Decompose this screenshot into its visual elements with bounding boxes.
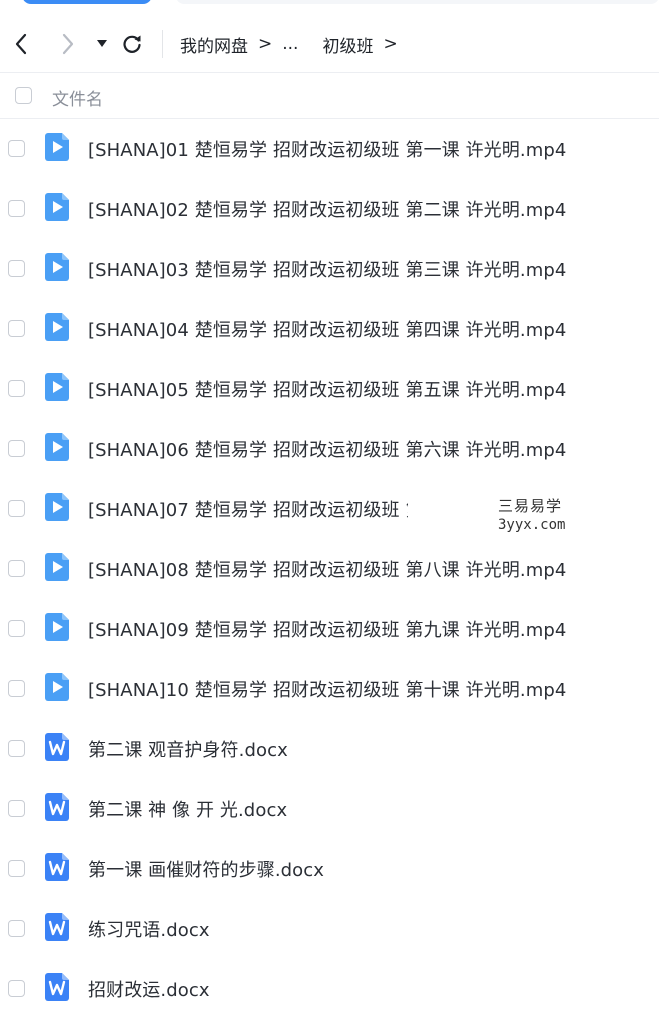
file-name[interactable]: [SHANA]06 楚恒易学 招财改运初级班 第六课 许光明.mp4 [88, 436, 566, 462]
breadcrumb-separator-icon: > [383, 34, 398, 54]
file-row[interactable]: [SHANA]10 楚恒易学 招财改运初级班 第十课 许光明.mp4 [0, 658, 659, 718]
video-file-icon [45, 673, 69, 701]
file-name[interactable]: [SHANA]09 楚恒易学 招财改运初级班 第九课 许光明.mp4 [88, 616, 566, 642]
file-row[interactable]: [SHANA]01 楚恒易学 招财改运初级班 第一课 许光明.mp4 [0, 118, 659, 178]
column-header-filename[interactable]: 文件名 [52, 85, 103, 110]
video-file-icon [45, 193, 69, 221]
primary-action-button[interactable] [22, 0, 152, 4]
file-row[interactable]: [SHANA]04 楚恒易学 招财改运初级班 第四课 许光明.mp4 [0, 298, 659, 358]
file-checkbox[interactable] [8, 380, 25, 397]
file-name[interactable]: [SHANA]02 楚恒易学 招财改运初级班 第二课 许光明.mp4 [88, 196, 566, 222]
file-row[interactable]: [SHANA]06 楚恒易学 招财改运初级班 第六课 许光明.mp4 [0, 418, 659, 478]
forward-button[interactable] [55, 31, 81, 57]
file-row[interactable]: 第一课 画催财符的步骤.docx [0, 838, 659, 898]
file-name[interactable]: 第一课 画催财符的步骤.docx [88, 856, 324, 882]
file-row[interactable]: [SHANA]09 楚恒易学 招财改运初级班 第九课 许光明.mp4 [0, 598, 659, 658]
chevron-right-icon [62, 33, 74, 55]
breadcrumb-separator-icon: > [258, 34, 273, 54]
file-name[interactable]: [SHANA]03 楚恒易学 招财改运初级班 第三课 许光明.mp4 [88, 256, 566, 282]
file-name[interactable]: 招财改运.docx [88, 976, 210, 1002]
top-toolbar-strip [0, 0, 659, 10]
breadcrumb-ellipsis[interactable]: ... [282, 34, 298, 54]
video-file-icon [45, 493, 69, 521]
file-row[interactable]: 第二课 神 像 开 光.docx [0, 778, 659, 838]
file-row[interactable]: 第二课 观音护身符.docx [0, 718, 659, 778]
video-file-icon [45, 613, 69, 641]
word-doc-icon [45, 793, 69, 821]
history-dropdown-button[interactable] [89, 31, 115, 57]
file-checkbox[interactable] [8, 860, 25, 877]
file-row[interactable]: [SHANA]02 楚恒易学 招财改运初级班 第二课 许光明.mp4 [0, 178, 659, 238]
file-checkbox[interactable] [8, 500, 25, 517]
file-name[interactable]: [SHANA]10 楚恒易学 招财改运初级班 第十课 许光明.mp4 [88, 676, 566, 702]
watermark-line1: 三易易学 [498, 497, 563, 515]
video-file-icon [45, 553, 69, 581]
video-file-icon [45, 373, 69, 401]
word-doc-icon [45, 853, 69, 881]
file-checkbox[interactable] [8, 260, 25, 277]
breadcrumb-current[interactable]: 初级班 [322, 32, 373, 57]
file-list-header: 文件名 [0, 73, 659, 119]
file-row[interactable]: 练习咒语.docx [0, 898, 659, 958]
nav-divider [162, 30, 163, 58]
breadcrumb: 我的网盘 > ... 初级班 > [180, 16, 408, 72]
caret-down-icon [97, 40, 107, 47]
file-checkbox[interactable] [8, 440, 25, 457]
file-list: [SHANA]01 楚恒易学 招财改运初级班 第一课 许光明.mp4 [SHANA… [0, 118, 659, 1018]
select-all-checkbox[interactable] [15, 87, 32, 104]
file-checkbox[interactable] [8, 980, 25, 997]
file-name[interactable]: [SHANA]07 楚恒易学 招财改运初级班 第 [88, 496, 424, 522]
back-button[interactable] [8, 31, 34, 57]
file-checkbox[interactable] [8, 740, 25, 757]
video-file-icon [45, 433, 69, 461]
file-checkbox[interactable] [8, 620, 25, 637]
file-checkbox[interactable] [8, 680, 25, 697]
file-checkbox[interactable] [8, 140, 25, 157]
file-checkbox[interactable] [8, 800, 25, 817]
navigation-bar: 我的网盘 > ... 初级班 > [0, 16, 659, 73]
file-checkbox[interactable] [8, 920, 25, 937]
video-file-icon [45, 133, 69, 161]
word-doc-icon [45, 973, 69, 1001]
video-file-icon [45, 253, 69, 281]
file-checkbox[interactable] [8, 560, 25, 577]
file-row[interactable]: [SHANA]03 楚恒易学 招财改运初级班 第三课 许光明.mp4 [0, 238, 659, 298]
file-name[interactable]: [SHANA]01 楚恒易学 招财改运初级班 第一课 许光明.mp4 [88, 136, 566, 162]
file-name[interactable]: [SHANA]08 楚恒易学 招财改运初级班 第八课 许光明.mp4 [88, 556, 566, 582]
word-doc-icon [45, 913, 69, 941]
file-name[interactable]: 第二课 神 像 开 光.docx [88, 796, 287, 822]
file-row[interactable]: [SHANA]05 楚恒易学 招财改运初级班 第五课 许光明.mp4 [0, 358, 659, 418]
refresh-button[interactable] [119, 31, 145, 57]
video-file-icon [45, 313, 69, 341]
file-row[interactable]: [SHANA]08 楚恒易学 招财改运初级班 第八课 许光明.mp4 [0, 538, 659, 598]
file-checkbox[interactable] [8, 320, 25, 337]
file-name[interactable]: 第二课 观音护身符.docx [88, 736, 288, 762]
watermark-line2: 3yyx.com [498, 517, 566, 533]
watermark: 三易易学 3yyx.com [408, 487, 578, 543]
breadcrumb-root[interactable]: 我的网盘 [180, 32, 248, 57]
refresh-icon [123, 35, 141, 53]
word-doc-icon [45, 733, 69, 761]
file-name[interactable]: 练习咒语.docx [88, 916, 210, 942]
chevron-left-icon [15, 33, 27, 55]
file-name[interactable]: [SHANA]05 楚恒易学 招财改运初级班 第五课 许光明.mp4 [88, 376, 566, 402]
file-checkbox[interactable] [8, 200, 25, 217]
top-search-field[interactable] [176, 0, 659, 4]
file-name[interactable]: [SHANA]04 楚恒易学 招财改运初级班 第四课 许光明.mp4 [88, 316, 566, 342]
file-row[interactable]: 招财改运.docx [0, 958, 659, 1018]
